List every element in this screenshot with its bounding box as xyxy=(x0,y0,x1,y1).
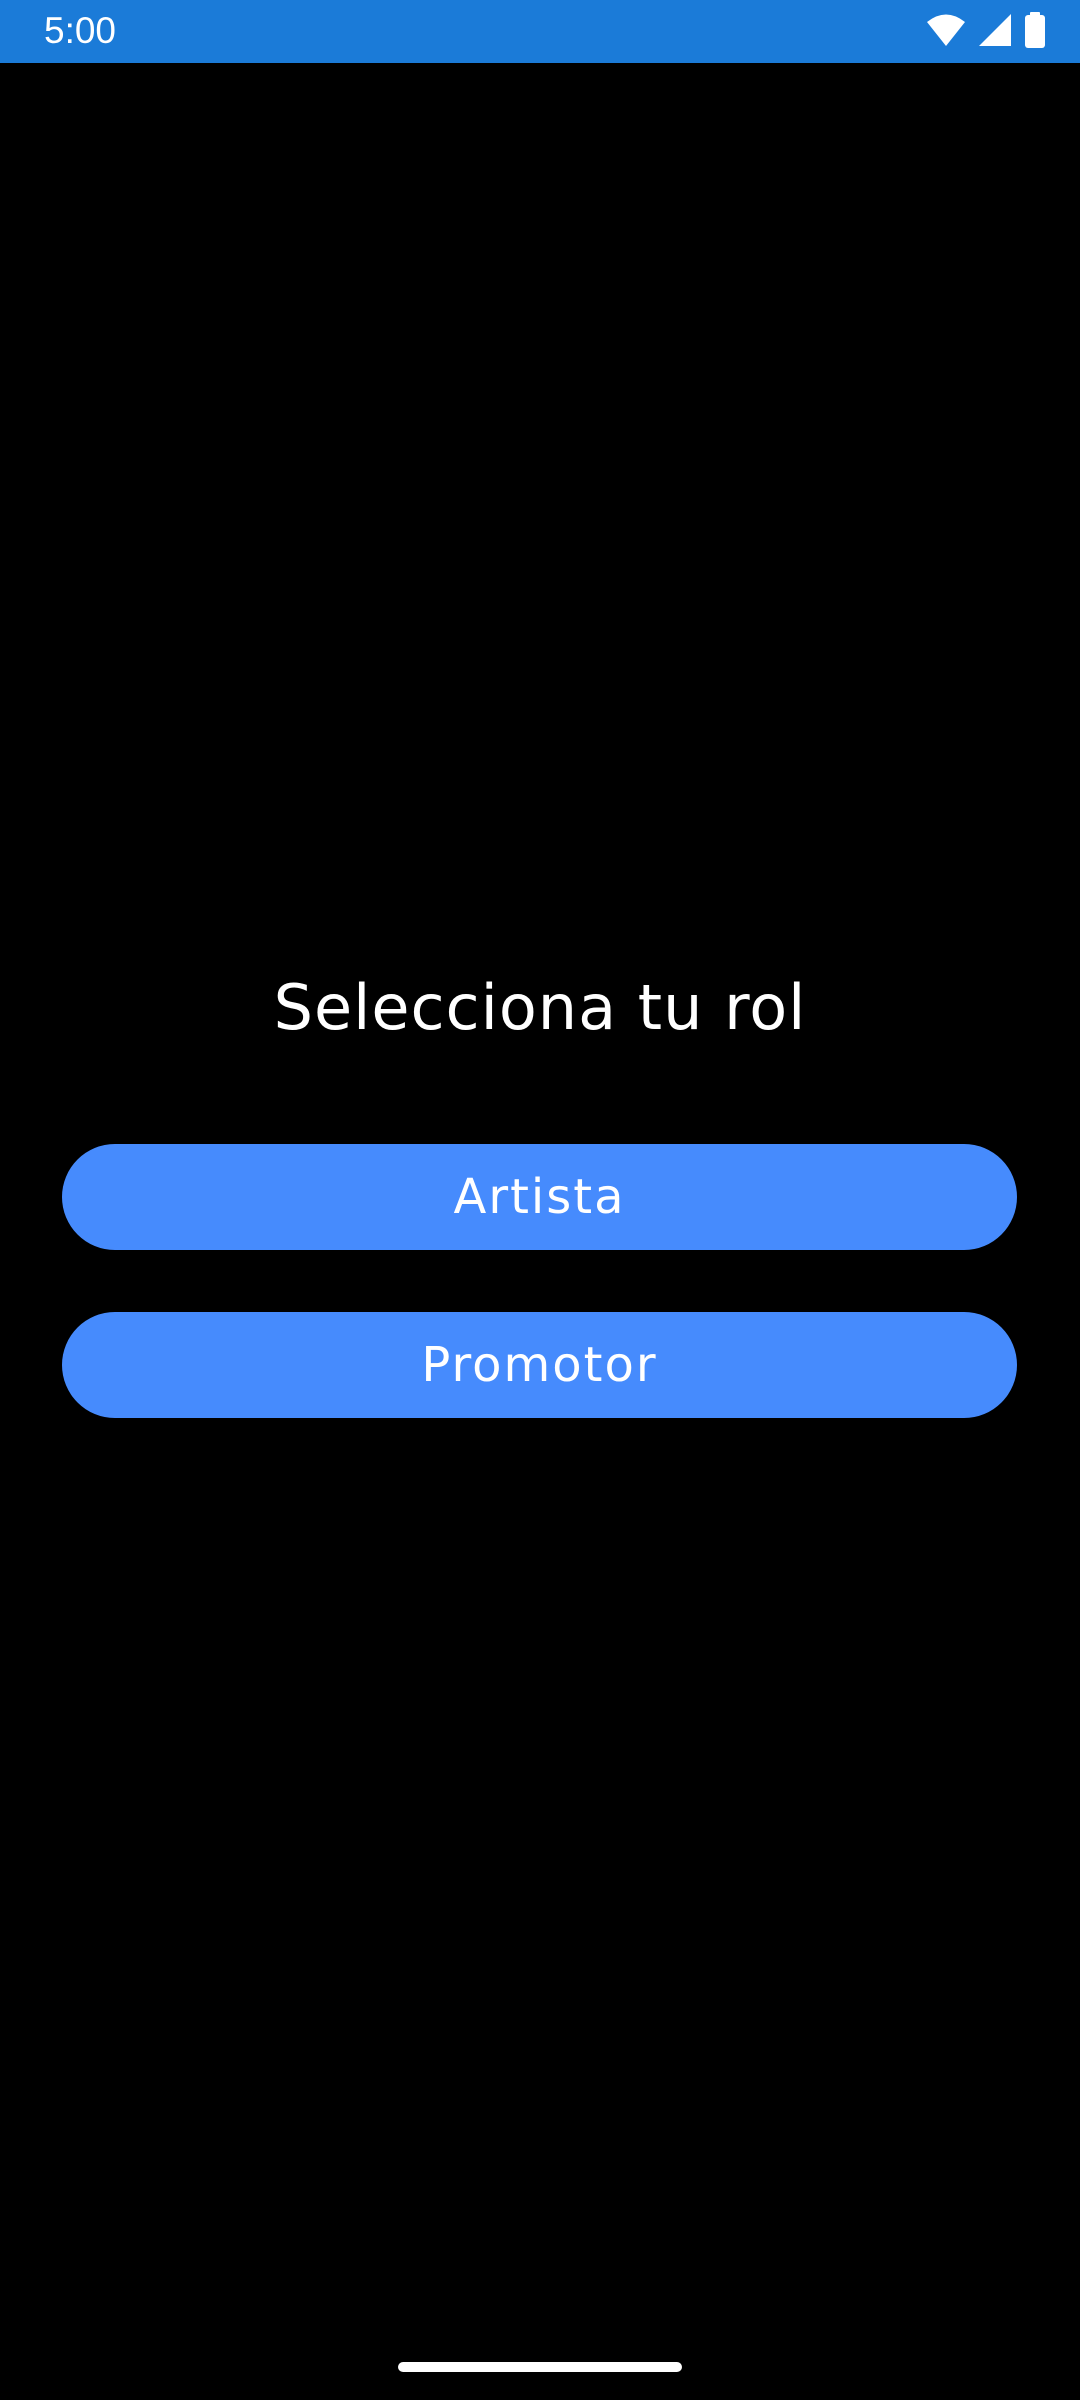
status-time: 5:00 xyxy=(44,10,117,51)
cell-signal-icon xyxy=(978,13,1012,51)
status-bar: 5:00 xyxy=(0,0,1080,63)
promoter-role-button-label: Promotor xyxy=(421,1337,658,1393)
page-title: Selecciona tu rol xyxy=(273,971,807,1044)
status-icons xyxy=(926,12,1046,52)
gesture-nav-handle[interactable] xyxy=(398,2362,682,2372)
battery-icon xyxy=(1024,12,1046,52)
promoter-role-button[interactable]: Promotor xyxy=(62,1312,1017,1418)
artist-role-button[interactable]: Artista xyxy=(62,1144,1017,1250)
artist-role-button-label: Artista xyxy=(453,1169,626,1225)
role-selection-screen: 5:00 Selecciona tu rol Artista Promotor xyxy=(0,0,1080,2400)
wifi-icon xyxy=(926,13,966,51)
